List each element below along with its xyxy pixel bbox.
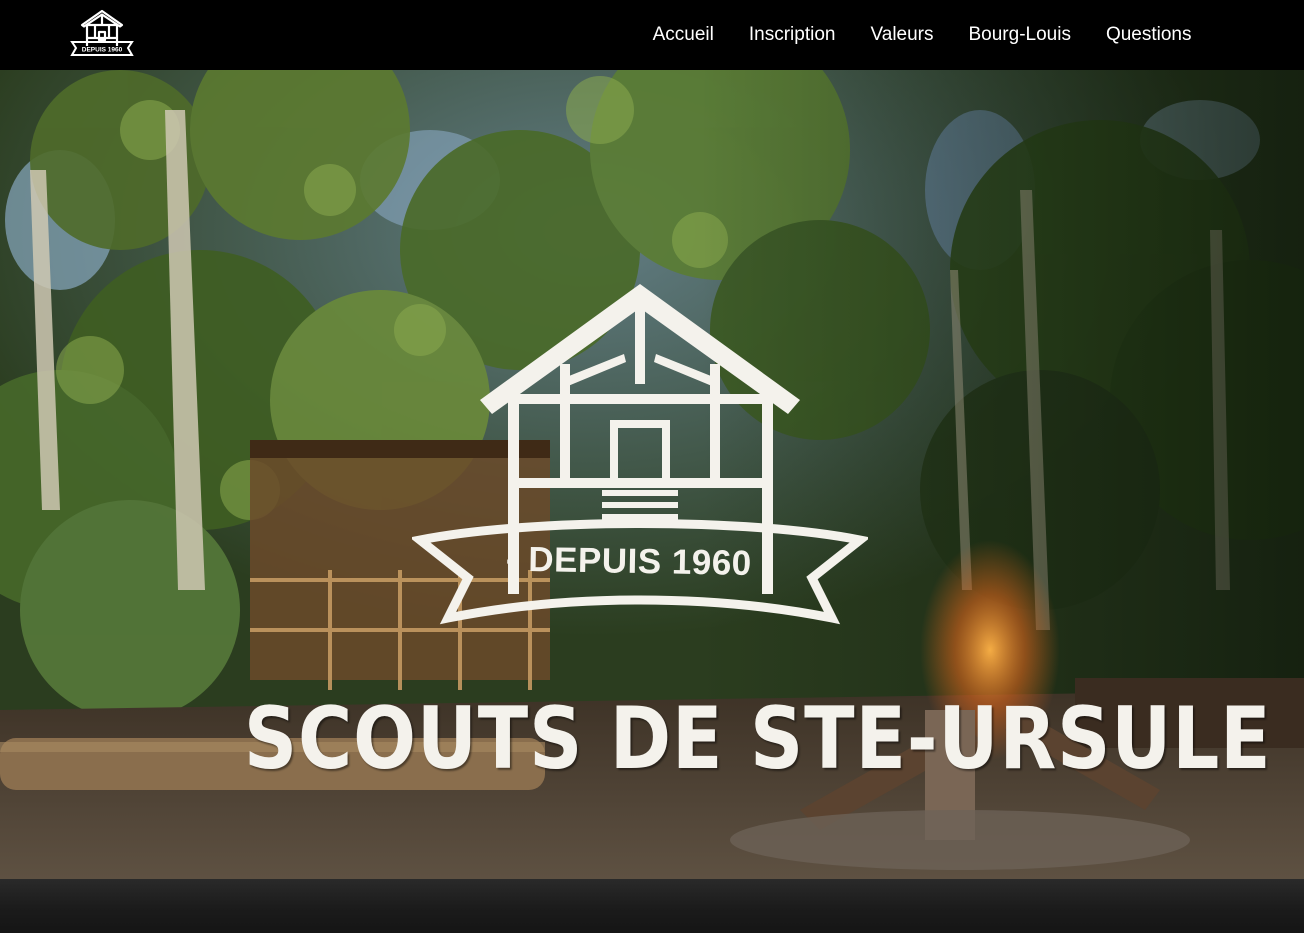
nav-link-accueil[interactable]: Accueil <box>635 0 731 70</box>
hero-tagline: - DEPUIS 1960 - <box>505 539 775 584</box>
nav-link-bourg-louis[interactable]: Bourg-Louis <box>951 0 1088 70</box>
main-nav: Accueil Inscription Valeurs Bourg-Louis … <box>635 0 1209 70</box>
logo-caption: DEPUIS 1960 <box>82 47 123 54</box>
top-navbar: DEPUIS 1960 Accueil Inscription Valeurs … <box>0 0 1304 70</box>
nav-link-inscription[interactable]: Inscription <box>731 0 853 70</box>
nav-link-valeurs[interactable]: Valeurs <box>853 0 951 70</box>
cabin-logo-icon: DEPUIS 1960 <box>70 9 134 56</box>
next-section-strip <box>0 879 1304 933</box>
hero-title: SCOUTS DE STE-URSULE <box>243 688 1272 789</box>
nav-link-questions[interactable]: Questions <box>1088 0 1209 70</box>
hero-section: - DEPUIS 1960 - SCOUTS DE STE-URSULE <box>0 70 1304 879</box>
